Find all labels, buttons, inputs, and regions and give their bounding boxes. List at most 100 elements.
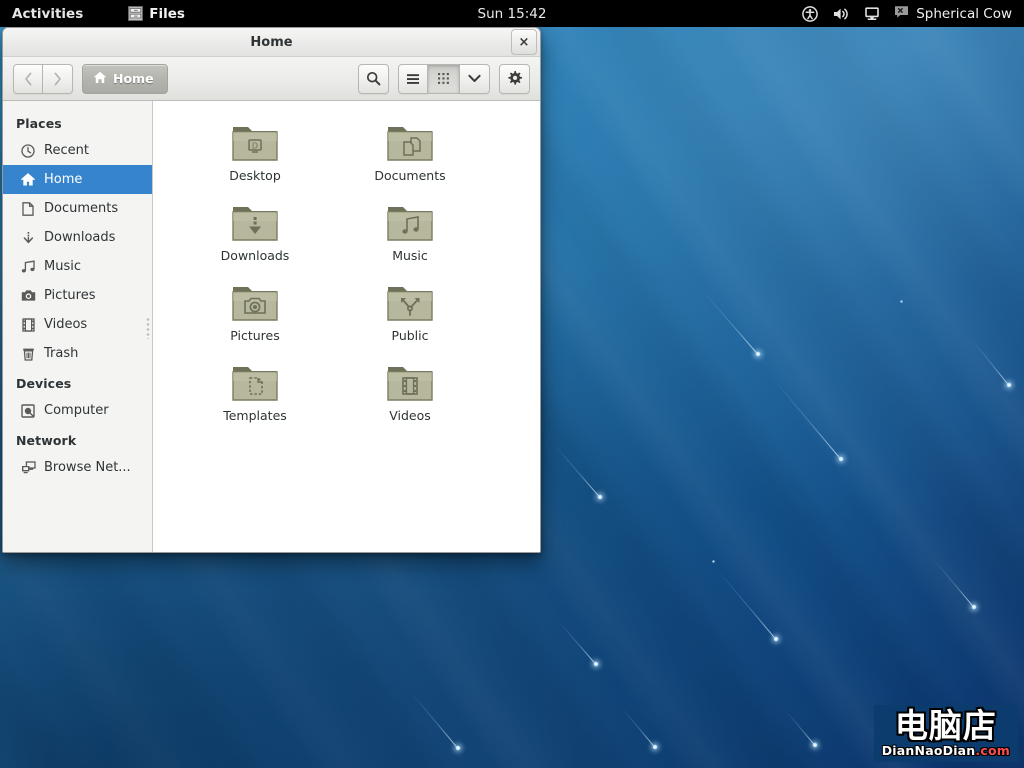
file-item-desktop[interactable]: D Desktop [180, 115, 330, 183]
sidebar-item-computer[interactable]: Computer [3, 396, 152, 425]
activities-label: Activities [12, 5, 84, 22]
sidebar-heading-devices: Devices [16, 376, 72, 391]
home-icon [93, 69, 107, 88]
files-window[interactable]: Home × Home Places Recent Home Documents… [2, 27, 541, 553]
file-item-downloads[interactable]: Downloads [180, 195, 330, 263]
document-icon [20, 201, 36, 217]
sidebar-item-label: Music [44, 259, 81, 274]
accessibility-icon[interactable] [802, 5, 819, 22]
svg-text:D: D [252, 142, 258, 151]
trash-icon [20, 346, 36, 362]
navigation-buttons [13, 63, 73, 94]
chevron-left-icon [24, 72, 31, 85]
sidebar-item-documents[interactable]: Documents [3, 194, 152, 223]
computer-icon [20, 403, 36, 419]
sidebar-item-label: Browse Net... [44, 460, 131, 475]
chat-offline-icon [894, 5, 909, 23]
file-name: Public [391, 328, 429, 343]
home-icon [20, 172, 36, 188]
view-mode-group [398, 63, 490, 94]
watermark-domain: .com [975, 742, 1010, 758]
sidebar-heading-network: Network [16, 433, 77, 448]
sidebar-item-pictures[interactable]: Pictures [3, 281, 152, 310]
sidebar-item-home[interactable]: Home [3, 165, 152, 194]
file-name: Pictures [230, 328, 280, 343]
grid-view-button[interactable] [428, 63, 460, 94]
clock-icon [20, 143, 36, 159]
sidebar-item-label: Trash [44, 346, 79, 361]
breadcrumb-home[interactable]: Home [82, 63, 168, 94]
sidebar-item-label: Documents [44, 201, 119, 216]
sidebar-item-label: Computer [44, 403, 109, 418]
window-body: Places Recent Home Documents Downloads M… [3, 101, 540, 552]
sidebar-item-videos[interactable]: Videos [3, 310, 152, 339]
gnome-top-bar: Activities Files Sun 15:42 Spherical Cow [0, 0, 1024, 27]
wallpaper-spark [900, 300, 903, 303]
chevron-right-icon [54, 72, 61, 85]
chevron-down-icon [468, 74, 481, 82]
file-list-view[interactable]: D Desktop Documents Downloads Music Pict… [153, 101, 540, 552]
file-name: Desktop [229, 168, 281, 183]
file-name: Templates [223, 408, 287, 423]
sidebar-item-label: Pictures [44, 288, 96, 303]
file-cabinet-icon [127, 5, 144, 22]
sidebar-item-downloads[interactable]: Downloads [3, 223, 152, 252]
file-name: Music [392, 248, 428, 263]
file-name: Downloads [220, 248, 290, 263]
volume-icon[interactable] [832, 6, 850, 22]
sidebar-item-label: Videos [44, 317, 88, 332]
file-item-pictures[interactable]: Pictures [180, 275, 330, 343]
view-options-button[interactable] [460, 63, 490, 94]
sidebar-item-label: Downloads [44, 230, 116, 245]
files-toolbar: Home [3, 57, 540, 101]
folder-icon-public [386, 279, 434, 323]
activities-button[interactable]: Activities [0, 0, 95, 27]
camera-icon [20, 288, 36, 304]
file-item-music[interactable]: Music [335, 195, 485, 263]
file-name: Videos [389, 408, 431, 423]
sidebar-item-label: Home [44, 172, 83, 187]
settings-button[interactable] [499, 63, 530, 94]
icon-grid: D Desktop Documents Downloads Music Pict… [153, 101, 540, 423]
user-name-label: Spherical Cow [916, 5, 1012, 22]
display-icon[interactable] [864, 6, 880, 22]
sidebar-item-label: Recent [44, 143, 89, 158]
places-sidebar: Places Recent Home Documents Downloads M… [3, 101, 153, 552]
file-item-videos[interactable]: Videos [335, 355, 485, 423]
file-item-public[interactable]: Public [335, 275, 485, 343]
file-item-documents[interactable]: Documents [335, 115, 485, 183]
folder-icon-pictures [231, 279, 279, 323]
forward-button[interactable] [43, 63, 73, 94]
sidebar-resize-handle[interactable] [146, 317, 150, 339]
sidebar-item-recent[interactable]: Recent [3, 136, 152, 165]
app-menu-label: Files [149, 5, 185, 22]
watermark-latin: DianNaoDian.com [881, 742, 1010, 758]
grid-view-icon [438, 73, 449, 84]
window-titlebar[interactable]: Home × [3, 28, 540, 57]
gear-icon [508, 71, 522, 85]
user-menu[interactable]: Spherical Cow [894, 5, 1016, 23]
folder-icon-desktop: D [231, 119, 279, 163]
close-button[interactable]: × [511, 29, 537, 55]
watermark: 电脑店 DianNaoDian.com [873, 704, 1018, 762]
wallpaper-spark [712, 560, 715, 563]
list-view-icon [407, 73, 419, 84]
watermark-site-name: DianNaoDian [881, 742, 976, 758]
sidebar-heading-places: Places [16, 116, 62, 131]
folder-icon-documents [386, 119, 434, 163]
file-name: Documents [374, 168, 446, 183]
network-icon [20, 460, 36, 476]
list-view-button[interactable] [398, 63, 428, 94]
folder-icon-music [386, 199, 434, 243]
sidebar-item-browse-network[interactable]: Browse Net... [3, 453, 152, 482]
close-icon: × [518, 34, 530, 50]
file-item-templates[interactable]: Templates [180, 355, 330, 423]
sidebar-item-trash[interactable]: Trash [3, 339, 152, 368]
watermark-chinese: 电脑店 [894, 705, 997, 745]
folder-icon-videos [386, 359, 434, 403]
app-menu-button[interactable]: Files [117, 0, 195, 27]
back-button[interactable] [13, 63, 43, 94]
sidebar-item-music[interactable]: Music [3, 252, 152, 281]
search-icon [366, 71, 381, 86]
search-button[interactable] [358, 63, 389, 94]
